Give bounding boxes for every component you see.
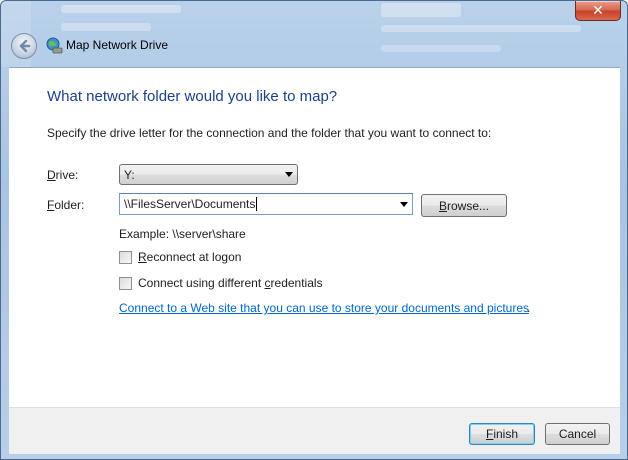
folder-dropdown-arrow-icon[interactable]	[396, 201, 412, 207]
credentials-checkbox[interactable]	[119, 276, 132, 290]
cancel-button[interactable]: Cancel	[545, 423, 610, 445]
finish-button[interactable]: Finish	[469, 423, 535, 445]
web-site-link[interactable]: Connect to a Web site that you can use t…	[119, 301, 529, 315]
window-title: Map Network Drive	[66, 38, 169, 52]
wizard-footer: Finish Cancel	[9, 407, 620, 454]
drive-select[interactable]: Y:	[119, 164, 298, 185]
page-heading: What network folder would you like to ma…	[47, 88, 338, 105]
drive-label: Drive:	[47, 168, 79, 182]
close-button[interactable]: ✕	[575, 1, 621, 21]
browse-button[interactable]: Browse...	[421, 194, 507, 217]
web-site-link-period: .	[527, 301, 531, 315]
reconnect-label: Reconnect at logon	[138, 250, 242, 264]
drive-select-value: Y:	[124, 167, 135, 182]
instruction-text: Specify the drive letter for the connect…	[47, 126, 492, 140]
credentials-checkbox-row[interactable]: Connect using different credentials	[119, 276, 323, 290]
map-network-drive-window: ✕ Map Network Drive What network folder …	[0, 0, 628, 460]
back-arrow-icon	[19, 39, 31, 53]
background-blur	[1, 1, 627, 67]
reconnect-checkbox[interactable]	[119, 250, 132, 264]
folder-label: Folder:	[47, 198, 85, 212]
close-icon: ✕	[592, 2, 604, 18]
dropdown-arrow-icon	[281, 172, 297, 177]
folder-input[interactable]: \\FilesServer\Documents	[119, 193, 413, 215]
wizard-content: What network folder would you like to ma…	[9, 67, 620, 407]
example-text: Example: \\server\share	[119, 227, 246, 241]
network-drive-icon	[46, 37, 63, 54]
folder-input-value: \\FilesServer\Documents	[124, 196, 258, 212]
reconnect-checkbox-row[interactable]: Reconnect at logon	[119, 250, 241, 264]
back-button[interactable]	[11, 33, 37, 59]
credentials-label: Connect using different credentials	[138, 276, 323, 290]
